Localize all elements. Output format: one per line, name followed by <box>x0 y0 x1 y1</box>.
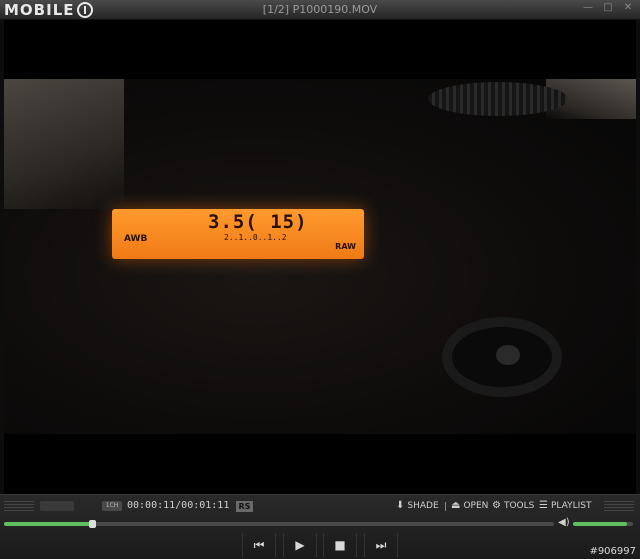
eject-icon: ⏏ <box>451 500 461 511</box>
lcd-reading: 3.5( 15) <box>208 211 308 233</box>
volume-slider[interactable] <box>573 522 633 526</box>
previous-track-icon: ⏮ <box>253 538 265 552</box>
lcd-exposure-scale: 2..1..0..1..2 <box>224 233 287 242</box>
playlist-button[interactable]: ☰ PLAYLIST <box>539 500 591 511</box>
list-icon: ☰ <box>539 500 548 511</box>
tools-button[interactable]: ⚙ TOOLS <box>492 500 534 511</box>
download-arrow-icon: ⬇ <box>396 500 405 511</box>
mode-indicator <box>40 501 74 511</box>
next-track-icon: ⏭ <box>375 538 387 552</box>
previous-button[interactable]: ⏮ <box>242 533 276 557</box>
seek-handle[interactable] <box>89 520 96 528</box>
next-button[interactable]: ⏭ <box>364 533 398 557</box>
maximize-button[interactable]: □ <box>602 2 614 14</box>
player-controls: 1CH 00:00:11/00:01:11 RS ⬇ SHADE ⏏ OPEN … <box>0 494 640 559</box>
play-icon: ▶ <box>295 538 305 552</box>
seek-progress <box>4 522 92 526</box>
volume-level <box>573 522 627 526</box>
video-viewport[interactable]: 3.5( 15) AWB 2..1..0..1..2 RAW <box>4 20 636 494</box>
rs-button[interactable]: RS <box>236 501 253 512</box>
shade-button[interactable]: ⬇ SHADE <box>396 500 439 511</box>
gear-icon: ⚙ <box>492 500 501 511</box>
camera-lcd-panel: 3.5( 15) AWB 2..1..0..1..2 RAW <box>112 209 364 259</box>
title-bar: MOBILE [1/2] P1000190.MOV — □ ✕ <box>0 0 640 20</box>
window-title: [1/2] P1000190.MOV <box>262 3 378 16</box>
stop-button[interactable]: ■ <box>323 533 357 557</box>
menu-divider <box>445 502 446 511</box>
stop-icon: ■ <box>334 538 346 552</box>
time-display: 00:00:11/00:01:11 <box>127 500 230 511</box>
open-button[interactable]: ⏏ OPEN <box>451 500 488 511</box>
speaker-icon[interactable]: ◀) <box>558 517 570 528</box>
grip-handle[interactable] <box>4 501 34 511</box>
grip-handle-right[interactable] <box>604 501 634 511</box>
play-button[interactable]: ▶ <box>283 533 317 557</box>
watermark-id: #906997 <box>589 546 636 557</box>
lcd-raw-label: RAW <box>335 242 356 251</box>
camera-control-wheel <box>442 317 562 397</box>
camera-mode-dial <box>428 82 568 116</box>
channel-badge: 1CH <box>102 501 122 511</box>
info-bar: 1CH 00:00:11/00:01:11 RS ⬇ SHADE ⏏ OPEN … <box>0 497 640 515</box>
transport-buttons: ⏮ ▶ ■ ⏭ <box>0 532 640 558</box>
video-frame: 3.5( 15) AWB 2..1..0..1..2 RAW <box>4 79 636 434</box>
seek-bar[interactable] <box>4 520 554 528</box>
seek-bar-row: ◀) <box>0 517 640 529</box>
close-button[interactable]: ✕ <box>622 2 634 14</box>
lcd-awb-label: AWB <box>124 234 148 244</box>
minimize-button[interactable]: — <box>582 2 594 14</box>
